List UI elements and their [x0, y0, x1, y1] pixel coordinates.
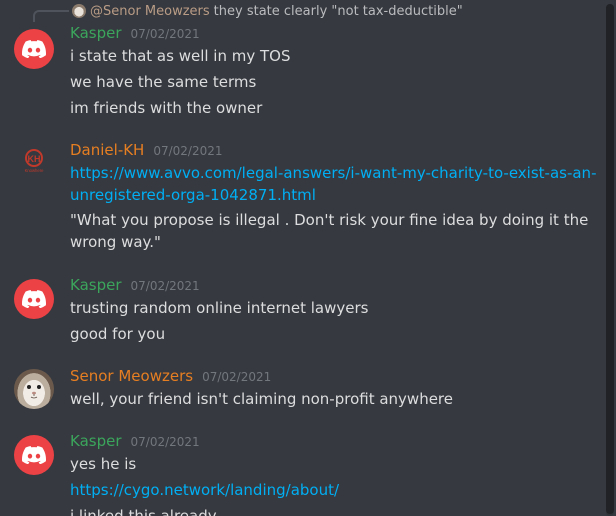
message-text: good for you: [70, 325, 166, 343]
discord-logo-icon: [22, 290, 46, 308]
message-text: we have the same terms: [70, 73, 257, 91]
discord-logo-icon: [22, 446, 46, 464]
reply-reference[interactable]: @Senor Meowzers they state clearly "not …: [72, 2, 463, 20]
username[interactable]: Kasper: [70, 24, 122, 42]
message-text: im friends with the owner: [70, 99, 263, 117]
kh-logo-icon: KH Knowhere: [25, 149, 45, 173]
avatar[interactable]: [14, 435, 54, 475]
avatar[interactable]: [14, 369, 54, 409]
chat-messages: @Senor Meowzers they state clearly "not …: [0, 0, 598, 516]
cat-photo-icon: [27, 385, 41, 399]
message-text: i linked this already: [70, 507, 217, 516]
scrollbar-thumb[interactable]: [606, 4, 614, 514]
reply-username[interactable]: @Senor Meowzers: [90, 4, 210, 19]
username[interactable]: Kasper: [70, 432, 122, 450]
timestamp: 07/02/2021: [130, 279, 200, 293]
message-text: yes he is: [70, 455, 137, 473]
reply-connector: [33, 10, 69, 22]
scrollbar[interactable]: [606, 4, 614, 516]
timestamp: 07/02/2021: [202, 370, 272, 384]
username[interactable]: Senor Meowzers: [70, 367, 193, 385]
timestamp: 07/02/2021: [130, 27, 200, 41]
svg-text:KH: KH: [28, 154, 41, 164]
reply-avatar[interactable]: [72, 4, 86, 18]
timestamp: 07/02/2021: [130, 435, 200, 449]
svg-text:Knowhere: Knowhere: [25, 168, 45, 173]
avatar[interactable]: [14, 279, 54, 319]
discord-logo-icon: [22, 40, 46, 58]
username[interactable]: Kasper: [70, 276, 122, 294]
message-link[interactable]: https://www.avvo.com/legal-answers/i-wan…: [70, 162, 596, 184]
avatar[interactable]: [14, 29, 54, 69]
username[interactable]: Daniel-KH: [70, 141, 144, 159]
message-link[interactable]: https://cygo.network/landing/about/: [70, 479, 339, 501]
timestamp: 07/02/2021: [153, 144, 223, 158]
avatar[interactable]: KH Knowhere: [14, 141, 54, 181]
message-text: i state that as well in my TOS: [70, 47, 291, 65]
reply-text[interactable]: they state clearly "not tax-deductible": [214, 4, 463, 19]
message-link[interactable]: unregistered-orga-1042871.html: [70, 184, 316, 206]
message-text: "What you propose is illegal . Don't ris…: [70, 211, 589, 229]
message-text: wrong way.": [70, 233, 161, 251]
message-text: trusting random online internet lawyers: [70, 299, 369, 317]
message-text: well, your friend isn't claiming non-pro…: [70, 390, 453, 408]
